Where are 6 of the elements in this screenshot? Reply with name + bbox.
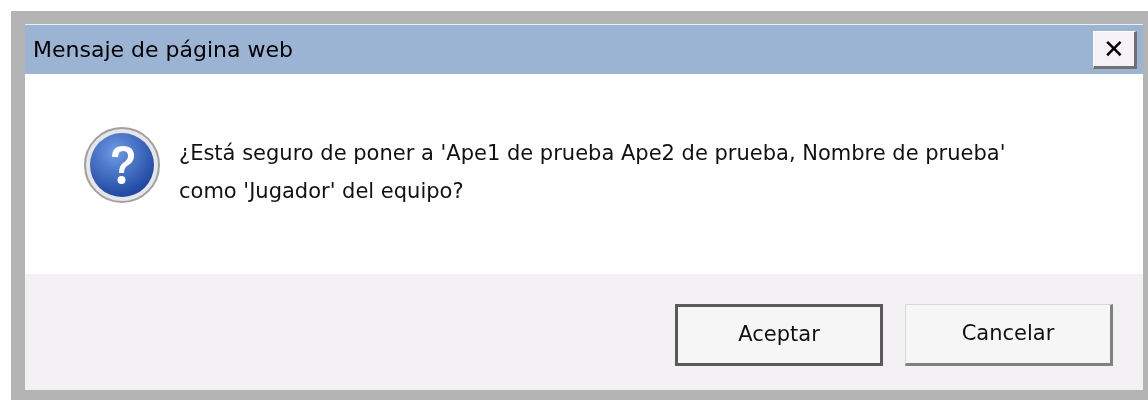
close-button[interactable]: ✕: [1093, 30, 1137, 69]
help-icon: [83, 126, 161, 204]
message-text: ¿Está seguro de poner a 'Ape1 de prueba Ape2 de prueba, Nombre de prueba' como 'Jugador' del equipo?: [179, 140, 1007, 205]
dialog-button[interactable]: Cancelar: [905, 304, 1113, 366]
dialog-button[interactable]: Aceptar: [675, 304, 883, 366]
window-title: Mensaje de página web: [33, 36, 293, 64]
